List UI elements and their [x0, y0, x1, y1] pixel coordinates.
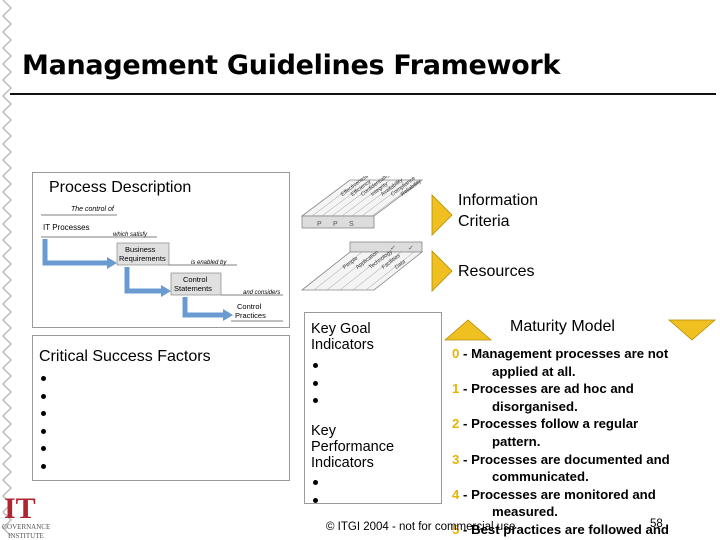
diagram-statements: Statements	[174, 284, 212, 293]
maturity-left-triangle-icon	[444, 319, 492, 341]
title-divider	[10, 93, 716, 95]
maturity-right-triangle-icon	[668, 319, 716, 341]
maturity-level-text: - Processes follow a regular	[459, 416, 639, 432]
logo-line2: INSTITUTE	[8, 532, 44, 540]
kgi-title-line2: Indicators	[311, 337, 374, 353]
kpi-title-line3: Indicators	[311, 455, 374, 471]
maturity-model-levels: 0 - Management processes are not applied …	[452, 345, 717, 539]
diagram-business: Business	[125, 245, 156, 254]
csf-title: Critical Success Factors	[39, 348, 211, 365]
flow-arrowhead-2	[161, 285, 171, 297]
diagram-label-considers: and considers	[243, 290, 280, 296]
resources-cube: PeopleApplicationTechnologyFacilitiesDat…	[300, 241, 424, 291]
maturity-level-text-cont: pattern.	[492, 433, 541, 449]
information-criteria-label: Information Criteria	[458, 190, 538, 232]
cube-mark: P	[317, 221, 322, 228]
maturity-level-2: 2 - Processes follow a regular pattern.	[452, 415, 717, 450]
cube-mark: ✓	[390, 245, 396, 252]
maturity-level-text-cont: communicated.	[492, 469, 589, 485]
process-description-panel: Process Description The control of IT Pr…	[32, 172, 290, 328]
maturity-level-text: - Processes are documented and	[459, 451, 670, 467]
maturity-level-text-cont: measured.	[492, 504, 558, 520]
it-governance-institute-logo: IT GOVERNANCE INSTITUTE	[2, 492, 50, 540]
diagram-control-2: Control	[237, 302, 262, 311]
logo-line1: GOVERNANCE	[2, 523, 50, 531]
kpi-title: Key Performance Indicators	[311, 423, 394, 471]
diagram-requirements: Requirements	[119, 254, 166, 263]
flow-arrow-2	[124, 267, 161, 294]
flow-arrowhead-1	[107, 257, 117, 269]
process-description-title: Process Description	[49, 179, 192, 196]
maturity-level-3: 3 - Processes are documented and communic…	[452, 451, 717, 486]
copyright-footer: © ITGI 2004 - not for commercial use	[326, 521, 516, 533]
maturity-level-0: 0 - Management processes are not applied …	[452, 345, 717, 380]
flow-arrowhead-3	[223, 309, 233, 321]
kgi-title-line1: Key Goal	[311, 321, 371, 337]
diagram-label-control-of: The control of	[71, 206, 115, 213]
maturity-model-title: Maturity Model	[510, 318, 615, 335]
kpi-title-line1: Key	[311, 423, 336, 439]
maturity-level-text-cont: applied at all.	[492, 363, 576, 379]
diagram-it-processes: IT Processes	[43, 223, 90, 232]
kgi-title: Key Goal Indicators	[311, 321, 374, 353]
cube-mark: P	[333, 221, 338, 228]
diagram-label-which-satisfy: which satisfy	[113, 232, 148, 238]
maturity-level-text: - Management processes are not	[459, 346, 669, 361]
flow-arrow-3	[182, 297, 223, 318]
info-criteria-line1: Information	[458, 192, 539, 209]
maturity-level-4: 4 - Processes are monitored and measured.	[452, 486, 717, 521]
info-criteria-line2: Criteria	[458, 213, 510, 230]
page-number: 58	[650, 518, 663, 530]
resources-label: Resources	[458, 263, 535, 280]
maturity-level-1: 1 - Processes are ad hoc and disorganised…	[452, 380, 717, 415]
maturity-level-text-cont: disorganised.	[492, 398, 578, 414]
indicators-panel: Key Goal Indicators Key Performance Indi…	[304, 312, 442, 504]
critical-success-factors-panel: Critical Success Factors	[32, 335, 290, 481]
resources-pointer-icon	[431, 250, 453, 292]
slide-title: Management Guidelines Framework	[22, 50, 561, 81]
information-criteria-pointer-icon	[431, 194, 453, 236]
maturity-level-text: - Processes are monitored and	[459, 486, 656, 502]
diagram-control: Control	[183, 275, 208, 284]
information-criteria-cube: EffectivenessEfficiencyConfidentialityIn…	[300, 176, 424, 229]
flow-arrow-1	[42, 239, 107, 266]
diagram-label-enabled-by: is enabled by	[191, 260, 227, 266]
kpi-title-line2: Performance	[311, 439, 395, 455]
diagram-practices: Practices	[235, 311, 266, 320]
logo-letters: IT	[4, 492, 36, 525]
maturity-level-text: - Processes are ad hoc and	[459, 381, 634, 397]
cube-mark: ✓	[408, 245, 414, 252]
zigzag-border-decoration	[1, 0, 13, 537]
cube-mark: S	[349, 221, 354, 228]
process-flow-diagram: The control of IT Processes which satisf…	[41, 206, 283, 322]
